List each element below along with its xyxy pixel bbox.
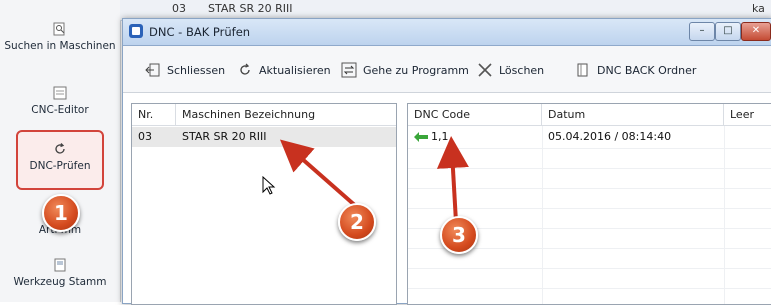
callout-marker-1: 1: [42, 194, 80, 232]
callout-marker-2: 2: [338, 203, 376, 241]
callout-arrow-2: [279, 139, 360, 210]
callout-marker-3: 3: [440, 216, 478, 254]
callout-arrow-3: [436, 136, 469, 223]
callout-arrows: [279, 136, 469, 223]
